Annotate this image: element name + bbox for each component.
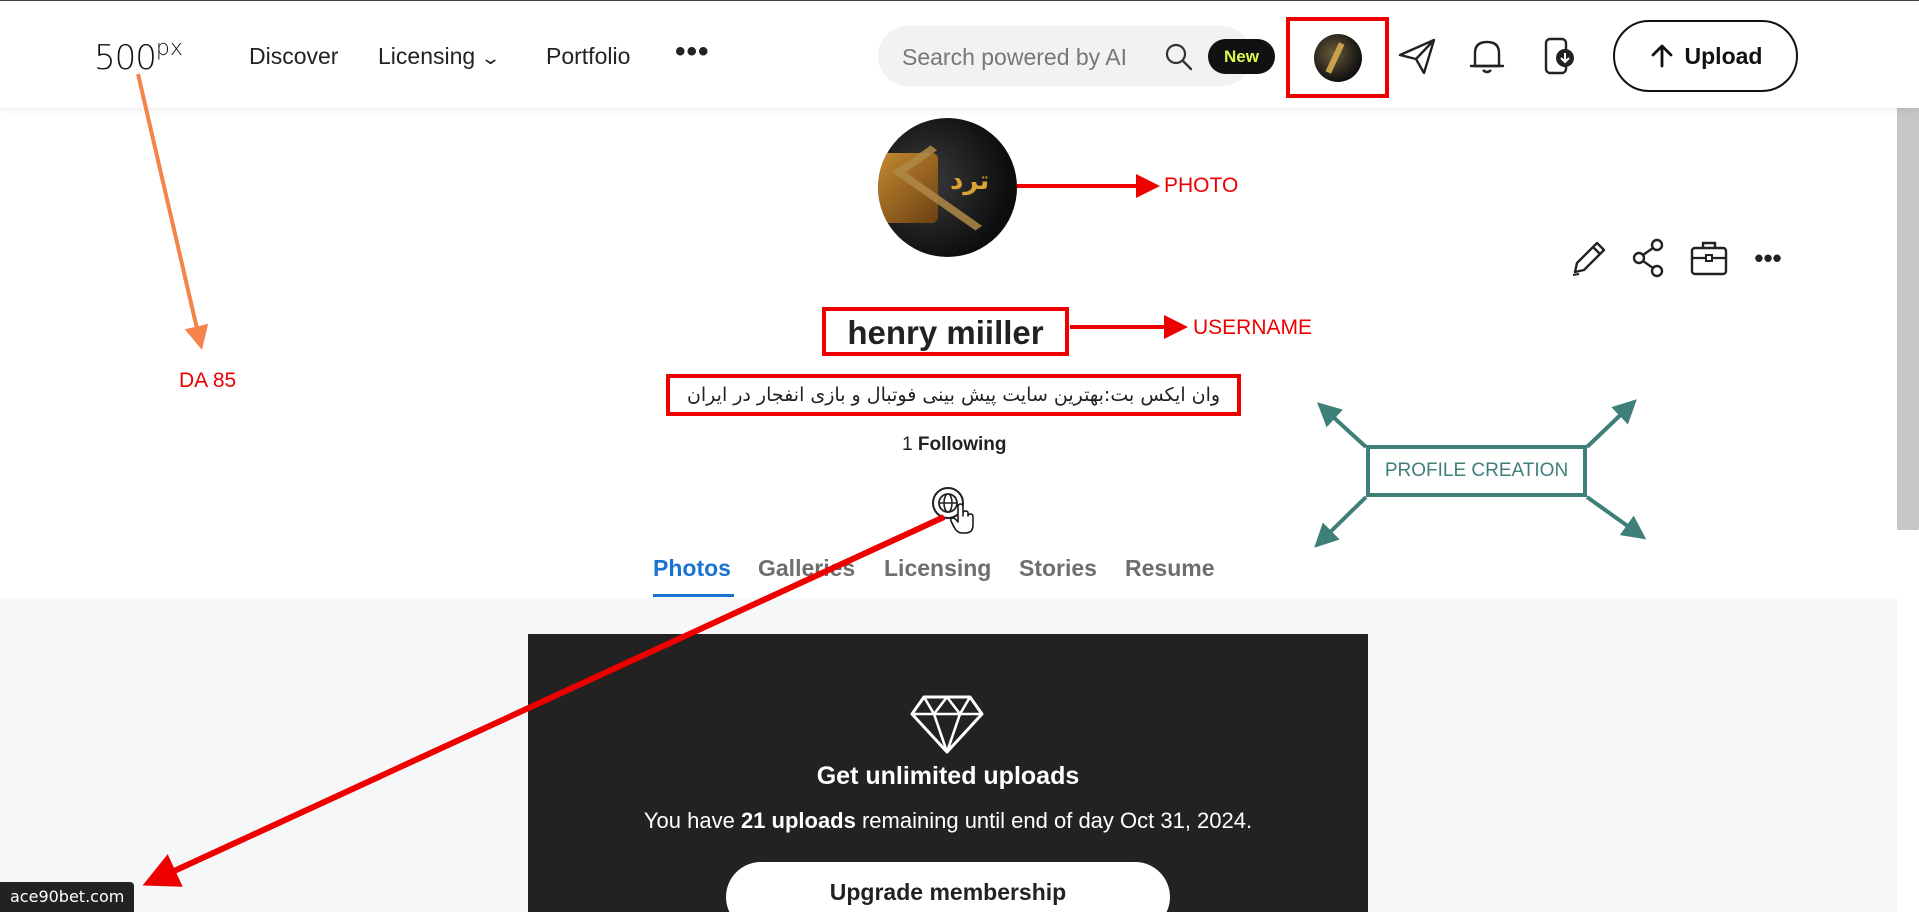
avatar[interactable]	[1314, 34, 1362, 82]
following-number: 1	[902, 434, 913, 455]
edit-icon[interactable]	[1567, 236, 1611, 280]
profile-creation-arrow-br	[1585, 495, 1647, 540]
upsell-upload-count: 21 uploads	[740, 808, 856, 833]
following-count[interactable]: 1 Following	[902, 434, 1007, 456]
tab-photos[interactable]: Photos	[653, 555, 731, 582]
nav-more-button[interactable]: •••	[675, 35, 710, 69]
upsell-text-suffix: remaining until end of day Oct 31, 2024.	[855, 808, 1253, 833]
tab-resume[interactable]: Resume	[1125, 555, 1214, 582]
more-icon[interactable]: •••	[1748, 245, 1788, 292]
search-icon[interactable]	[1164, 42, 1194, 72]
briefcase-icon[interactable]	[1687, 236, 1731, 280]
new-badge: New	[1208, 39, 1275, 74]
share-icon[interactable]	[1627, 236, 1671, 280]
bell-icon[interactable]	[1466, 35, 1508, 77]
avatar-highlight-box	[1286, 17, 1389, 98]
diamond-icon	[910, 695, 984, 754]
send-icon[interactable]	[1396, 35, 1438, 77]
status-bar-url: ace90bet.com	[0, 882, 135, 912]
search-input[interactable]: Search powered by AI	[902, 44, 1127, 71]
annotation-profile-creation: PROFILE CREATION	[1366, 445, 1587, 497]
hand-cursor-icon	[950, 503, 974, 534]
username-highlight-box: henry miiller	[822, 307, 1069, 356]
search-bar[interactable]: Search powered by AI New	[878, 26, 1275, 86]
active-tab-indicator	[653, 594, 734, 597]
logo-sup: px	[155, 36, 183, 61]
nav-discover[interactable]: Discover	[249, 43, 338, 70]
profile-creation-arrow-bl	[1314, 495, 1368, 548]
chevron-down-icon: ⌄	[480, 48, 502, 68]
nav-licensing[interactable]: Licensing ⌄	[378, 43, 502, 70]
upgrade-membership-button[interactable]: Upgrade membership	[726, 862, 1170, 912]
logo-text: 500	[94, 38, 157, 78]
upsell-text-prefix: You have	[643, 808, 741, 833]
nav-portfolio[interactable]: Portfolio	[546, 43, 630, 70]
tab-galleries[interactable]: Galleries	[758, 555, 855, 582]
upsell-text: You have 21 uploads remaining until end …	[528, 808, 1368, 834]
nav-licensing-label: Licensing	[378, 43, 476, 69]
profile-bio: وان ایکس بت:بهترین سایت پیش بینی فوتبال …	[686, 384, 1221, 406]
upload-button[interactable]: Upload	[1613, 20, 1798, 92]
logo[interactable]: 500px	[94, 36, 183, 78]
download-icon[interactable]	[1537, 35, 1579, 77]
da-arrow	[136, 73, 209, 350]
upload-arrow-icon	[1651, 44, 1672, 68]
annotation-username: USERNAME	[1193, 316, 1313, 339]
bio-highlight-box: وان ایکس بت:بهترین سایت پیش بینی فوتبال …	[666, 374, 1241, 416]
upload-button-label: Upload	[1684, 42, 1763, 69]
annotation-photo: PHOTO	[1164, 174, 1239, 197]
profile-creation-arrow-tr	[1585, 399, 1637, 449]
tab-licensing[interactable]: Licensing	[884, 555, 991, 582]
upsell-title: Get unlimited uploads	[816, 762, 1080, 790]
profile-photo[interactable]: ترد	[878, 118, 1017, 257]
profile-creation-arrow-tl	[1317, 402, 1368, 449]
profile-photo-text: ترد	[950, 166, 990, 196]
annotation-da: DA 85	[179, 369, 237, 392]
tab-stories[interactable]: Stories	[1019, 555, 1097, 582]
profile-username: henry miiller	[847, 314, 1044, 351]
upsell-card: Get unlimited uploads You have 21 upload…	[528, 634, 1368, 912]
following-label: Following	[917, 434, 1007, 455]
scrollbar[interactable]	[1897, 76, 1919, 530]
top-navbar: 500px Discover Licensing ⌄ Portfolio ••• …	[0, 1, 1919, 108]
